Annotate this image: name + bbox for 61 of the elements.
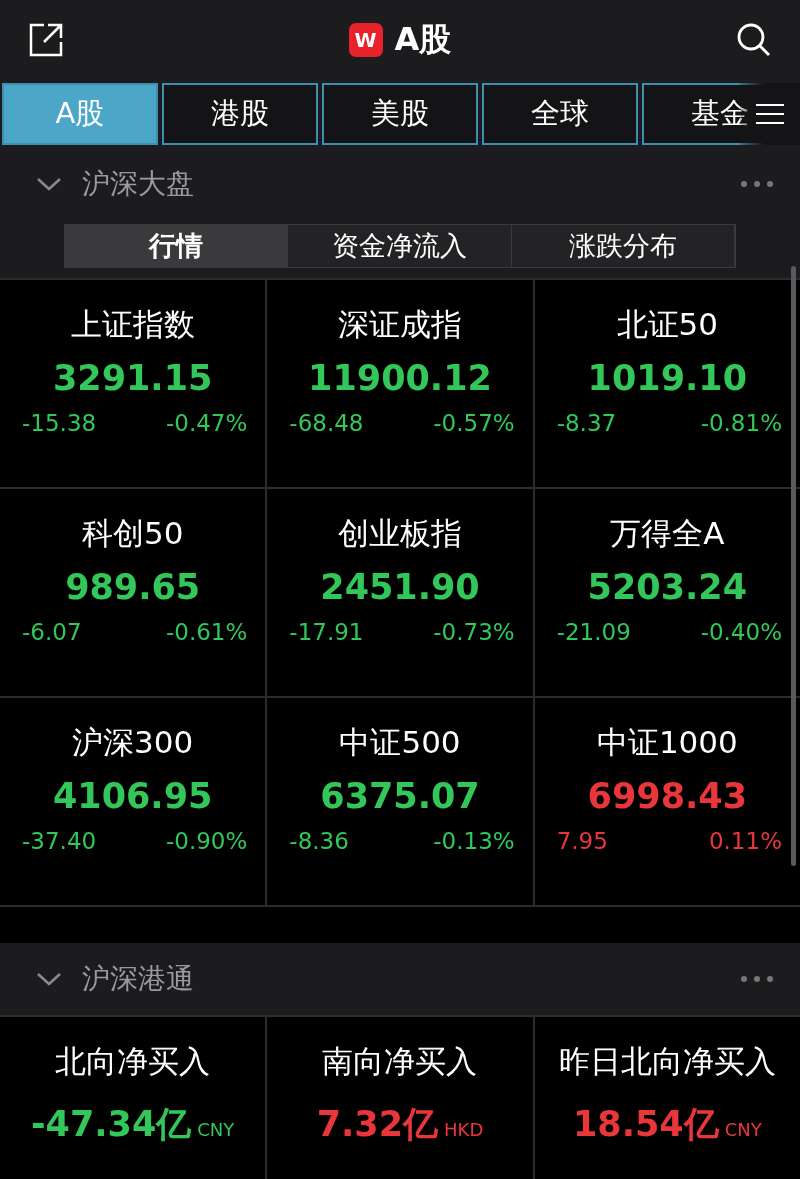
index-value: 6375.07 (320, 776, 480, 816)
change-percent: -0.73% (433, 619, 515, 645)
chevron-icon[interactable] (36, 972, 62, 986)
segment-tab[interactable]: 涨跌分布 (511, 225, 735, 267)
index-name: 上证指数 (70, 305, 195, 344)
change-value: -17.91 (289, 619, 364, 645)
change-value: -6.07 (22, 619, 82, 645)
change-value: -37.40 (22, 828, 97, 854)
change-value: -21.09 (556, 619, 631, 645)
index-value: 4106.95 (52, 776, 213, 816)
section-title: 沪深大盘 (82, 166, 195, 202)
index-name: 沪深300 (72, 723, 194, 762)
index-value: 2451.90 (320, 567, 480, 607)
change-percent: -0.90% (165, 828, 248, 854)
index-value: 6998.43 (587, 776, 748, 816)
market-tab[interactable]: 全球 (482, 83, 638, 145)
flow-value: -47.34亿 (31, 1103, 192, 1146)
segment-tab[interactable]: 行情 (65, 225, 289, 267)
app-logo: W (348, 23, 383, 57)
flow-name: 昨日北向净买入 (558, 1042, 776, 1081)
section-title: 沪深港通 (82, 961, 195, 997)
share-icon[interactable] (28, 22, 64, 58)
chevron-icon[interactable] (36, 177, 62, 191)
index-value: 5203.24 (587, 567, 748, 607)
flow-value: 7.32亿 (316, 1103, 439, 1146)
index-name: 科创50 (81, 514, 184, 553)
change-percent: 0.11% (708, 828, 782, 854)
flow-name: 南向净买入 (322, 1042, 478, 1081)
change-percent: -0.47% (165, 410, 248, 436)
index-value: 11900.12 (308, 358, 492, 398)
change-value: -8.36 (289, 828, 349, 854)
change-percent: -0.81% (700, 410, 782, 436)
currency-unit: CNY (724, 1119, 762, 1140)
index-name: 万得全A (610, 514, 725, 553)
currency-unit: CNY (197, 1119, 235, 1140)
index-name: 中证1000 (596, 723, 738, 762)
change-value: -15.38 (22, 410, 97, 436)
index-value: 3291.15 (52, 358, 213, 398)
page-title: A股 (394, 19, 452, 60)
index-name: 中证500 (339, 723, 461, 762)
market-tab[interactable]: 美股 (322, 83, 478, 145)
index-name: 深证成指 (338, 305, 462, 344)
currency-unit: HKD (444, 1119, 484, 1140)
change-percent: -0.57% (433, 410, 515, 436)
flow-value: 18.54亿 (572, 1103, 719, 1146)
change-percent: -0.40% (700, 619, 782, 645)
index-value: 1019.10 (587, 358, 748, 398)
more-icon[interactable] (740, 180, 774, 188)
index-name: 北证50 (616, 305, 719, 344)
change-percent: -0.13% (433, 828, 515, 854)
more-icon[interactable] (740, 975, 774, 983)
change-value: 7.95 (556, 828, 608, 854)
search-icon[interactable] (736, 22, 772, 58)
change-value: -68.48 (289, 410, 364, 436)
change-value: -8.37 (556, 410, 617, 436)
index-name: 创业板指 (338, 514, 462, 553)
segment-tab[interactable]: 资金净流入 (288, 225, 512, 267)
change-percent: -0.61% (165, 619, 248, 645)
flow-name: 北向净买入 (55, 1042, 211, 1081)
market-tab[interactable]: 港股 (162, 83, 318, 145)
index-value: 989.65 (65, 567, 201, 607)
